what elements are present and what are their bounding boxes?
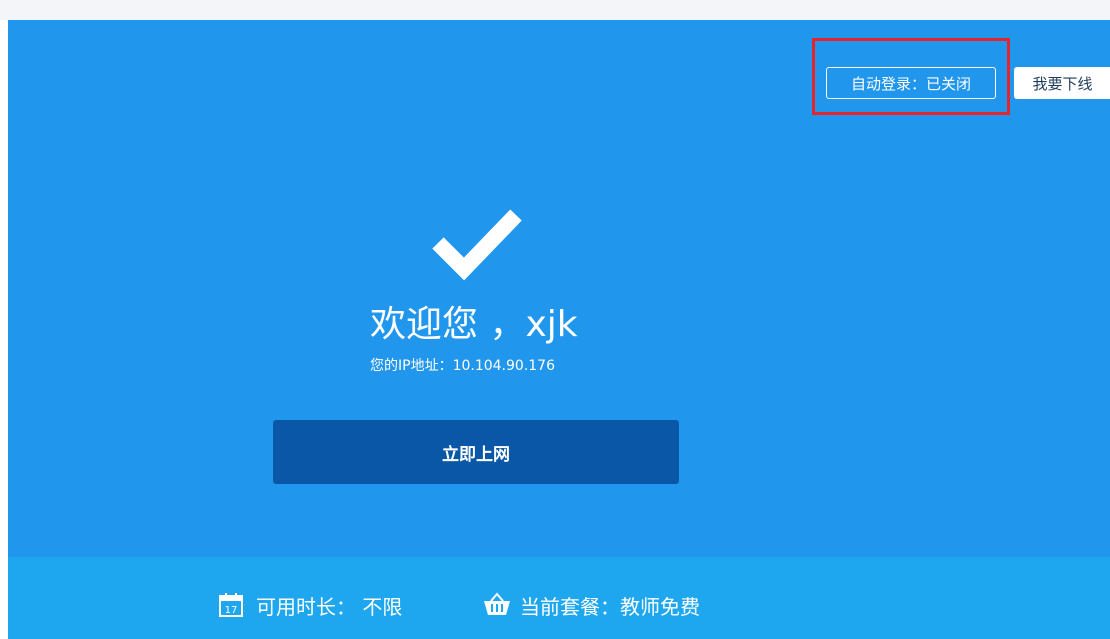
go-online-button[interactable]: 立即上网 bbox=[273, 420, 679, 484]
current-package-label: 当前套餐：教师免费 bbox=[520, 594, 700, 619]
calendar-day-text: 17 bbox=[225, 605, 238, 616]
check-icon bbox=[432, 209, 522, 281]
top-strip bbox=[0, 0, 1110, 20]
available-duration: 17 可用时长： 不限 bbox=[218, 588, 402, 622]
auto-login-button[interactable]: 自动登录：已关闭 bbox=[826, 67, 996, 99]
calendar-icon: 17 bbox=[219, 593, 243, 617]
logout-button[interactable]: 我要下线 bbox=[1014, 67, 1110, 99]
current-package: 当前套餐：教师免费 bbox=[482, 588, 700, 622]
available-duration-label: 可用时长： 不限 bbox=[256, 594, 403, 619]
welcome-text: 欢迎您 ，xjk bbox=[370, 304, 578, 345]
ip-address-text: 您的IP地址：10.104.90.176 bbox=[370, 358, 555, 374]
basket-icon bbox=[484, 592, 510, 615]
